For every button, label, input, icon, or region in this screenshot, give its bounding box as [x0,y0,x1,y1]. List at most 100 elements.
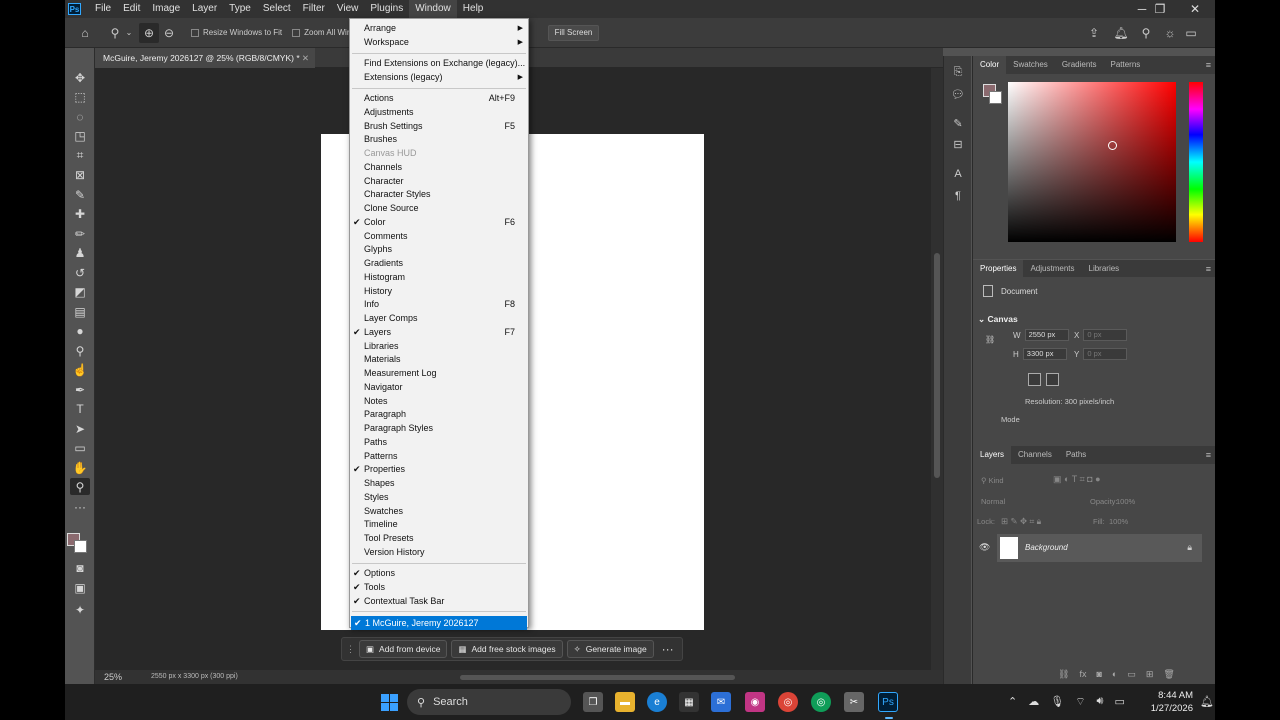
lock-icons[interactable]: ⊞ ✎ ✥ ⌗ 🔒︎ [1001,516,1041,527]
canvas-section-header[interactable]: ⌄ Canvas [978,314,1018,325]
screen-mode-icon[interactable]: ▣ [70,579,90,596]
photoshop-taskbar-icon[interactable]: Ps [878,692,898,719]
window-menu-item-workspace[interactable]: Workspace ▶ [350,36,528,49]
zoom-all-checkbox[interactable]: Zoom All Win [292,28,351,37]
clock[interactable]: 8:44 AM 1/27/2026 [1133,689,1193,715]
x-field[interactable]: 0 px [1083,329,1128,341]
edit-toolbar-icon[interactable]: ··· [70,498,90,515]
history-brush-tool-icon[interactable]: ↺ [70,264,90,281]
smudge-tool-icon[interactable]: ☝ [70,361,90,378]
taskbar-search[interactable]: ⚲ Search [407,689,571,715]
opacity-field[interactable]: 100% [1116,497,1135,506]
object-selection-tool-icon[interactable]: ◳ [70,127,90,144]
adjustment-layer-icon[interactable]: ◐ [1112,669,1117,680]
crop-tool-icon[interactable]: ⌗ [70,147,90,164]
window-menu-item-channels[interactable]: Channels [350,161,528,174]
window-menu-item-navigator[interactable]: Navigator [350,381,528,394]
new-layer-icon[interactable]: ⊞ [1146,669,1154,680]
window-menu-item-arrange[interactable]: Arrange ▶ [350,22,528,35]
window-menu-item-properties[interactable]: ✔ Properties [350,463,528,476]
fill-screen-button[interactable]: Fill Screen [548,25,599,41]
history-panel-icon[interactable]: ⎘ [950,66,966,82]
menu-select[interactable]: Select [257,0,297,18]
window-menu-item-extensions-legacy[interactable]: Extensions (legacy) ▶ [350,71,528,84]
tab-paths[interactable]: Paths [1059,446,1093,464]
window-menu-item-adjustments[interactable]: Adjustments [350,106,528,119]
window-menu-item-contextual-task-bar[interactable]: ✔ Contextual Task Bar [350,595,528,608]
generate-image-button[interactable]: ✧ Generate image [566,640,654,658]
menu-type[interactable]: Type [223,0,257,18]
eyedropper-tool-icon[interactable]: ✎ [70,186,90,203]
menu-layer[interactable]: Layer [186,0,223,18]
vertical-scrollbar[interactable] [931,68,943,670]
window-menu-item-gradients[interactable]: Gradients [350,257,528,270]
menu-window[interactable]: Window [409,0,457,18]
fill-field[interactable]: 100% [1109,517,1128,526]
background-color-swatch[interactable] [74,540,87,553]
add-mask-icon[interactable]: ◙ [1096,669,1101,680]
scrollbar-thumb[interactable] [934,253,940,478]
panel-menu-icon[interactable]: ≡ [1206,260,1211,278]
color-saturation-field[interactable] [1008,82,1176,242]
photos-app-icon[interactable]: ◉ [745,692,765,712]
window-menu-item-libraries[interactable]: Libraries [350,340,528,353]
quick-mask-icon[interactable]: ◙ [70,559,90,576]
window-menu-item-tools[interactable]: ✔ Tools [350,581,528,594]
window-menu-item-notes[interactable]: Notes [350,395,528,408]
menu-filter[interactable]: Filter [297,0,331,18]
window-menu-item-paragraph[interactable]: Paragraph [350,408,528,421]
chevron-down-icon[interactable]: ⌄ [125,23,133,43]
add-stock-images-button[interactable]: ▦ Add free stock images [451,640,563,658]
add-from-device-button[interactable]: ▣ Add from device [359,640,448,658]
brushes-panel-icon[interactable]: ✎ [950,117,966,133]
type-tool-icon[interactable]: T [70,400,90,417]
window-menu-item-measurement-log[interactable]: Measurement Log [350,367,528,380]
window-menu-item-glyphs[interactable]: Glyphs [350,243,528,256]
rectangle-tool-icon[interactable]: ▭ [70,439,90,456]
zoom-out-icon[interactable]: ⊖ [159,23,179,43]
tab-layers[interactable]: Layers [973,446,1012,464]
battery-icon[interactable]: ▭ [1114,695,1124,709]
volume-icon[interactable]: 🔊︎ [1097,695,1104,709]
character-panel-icon[interactable]: A [950,168,966,184]
chrome-icon[interactable]: ◎ [778,692,798,712]
window-menu-item-brush-settings[interactable]: Brush Settings F5 [350,120,528,133]
close-icon[interactable]: ✕ [1178,0,1212,18]
window-menu-item-histogram[interactable]: Histogram [350,271,528,284]
blur-tool-icon[interactable]: ● [70,322,90,339]
close-tab-icon[interactable]: ✕ [302,48,309,68]
tab-libraries[interactable]: Libraries [1082,260,1127,278]
tab-swatches[interactable]: Swatches [1006,56,1055,74]
new-group-icon[interactable]: ▭ [1127,669,1136,680]
delete-layer-icon[interactable]: 🗑︎ [1163,669,1174,680]
mail-app-icon[interactable]: ✉ [711,692,731,712]
visibility-eye-icon[interactable]: 👁︎ [979,542,990,553]
window-menu-item-history[interactable]: History [350,285,528,298]
snipping-tool-icon[interactable]: ✂ [844,692,864,712]
hand-tool-icon[interactable]: ✋ [70,459,90,476]
resize-windows-checkbox[interactable]: Resize Windows to Fit [191,28,282,37]
y-field[interactable]: 0 px [1083,348,1128,360]
window-menu-item-swatches[interactable]: Swatches [350,505,528,518]
task-view-icon[interactable]: ❐ [583,692,603,712]
window-menu-item-comments[interactable]: Comments [350,230,528,243]
paragraph-panel-icon[interactable]: ¶ [950,190,966,206]
window-menu-item-patterns[interactable]: Patterns [350,450,528,463]
width-field[interactable]: 2550 px [1024,329,1069,341]
layer-filter-icons[interactable]: ▣ ◐ T ⌗ ◘ ● [1053,474,1101,485]
panel-menu-icon[interactable]: ≡ [1206,446,1211,464]
window-menu-item-brushes[interactable]: Brushes [350,133,528,146]
panel-menu-icon[interactable]: ≡ [1206,56,1211,74]
adjustments-panel-icon[interactable]: ⊟ [950,138,966,154]
blend-mode-select[interactable]: Normal [981,497,1005,506]
path-selection-tool-icon[interactable]: ➤ [70,420,90,437]
menu-view[interactable]: View [331,0,365,18]
window-menu-item-version-history[interactable]: Version History [350,546,528,559]
search-icon[interactable]: ⚲ [1136,23,1156,43]
onedrive-icon[interactable]: ☁ [1028,695,1039,709]
horizontal-scrollbar[interactable] [460,675,735,680]
tab-gradients[interactable]: Gradients [1055,56,1104,74]
panel-background-swatch[interactable] [989,91,1002,104]
zoom-tool-icon[interactable]: ⚲ [105,23,125,43]
share-icon[interactable]: ⇪ [1084,23,1104,43]
